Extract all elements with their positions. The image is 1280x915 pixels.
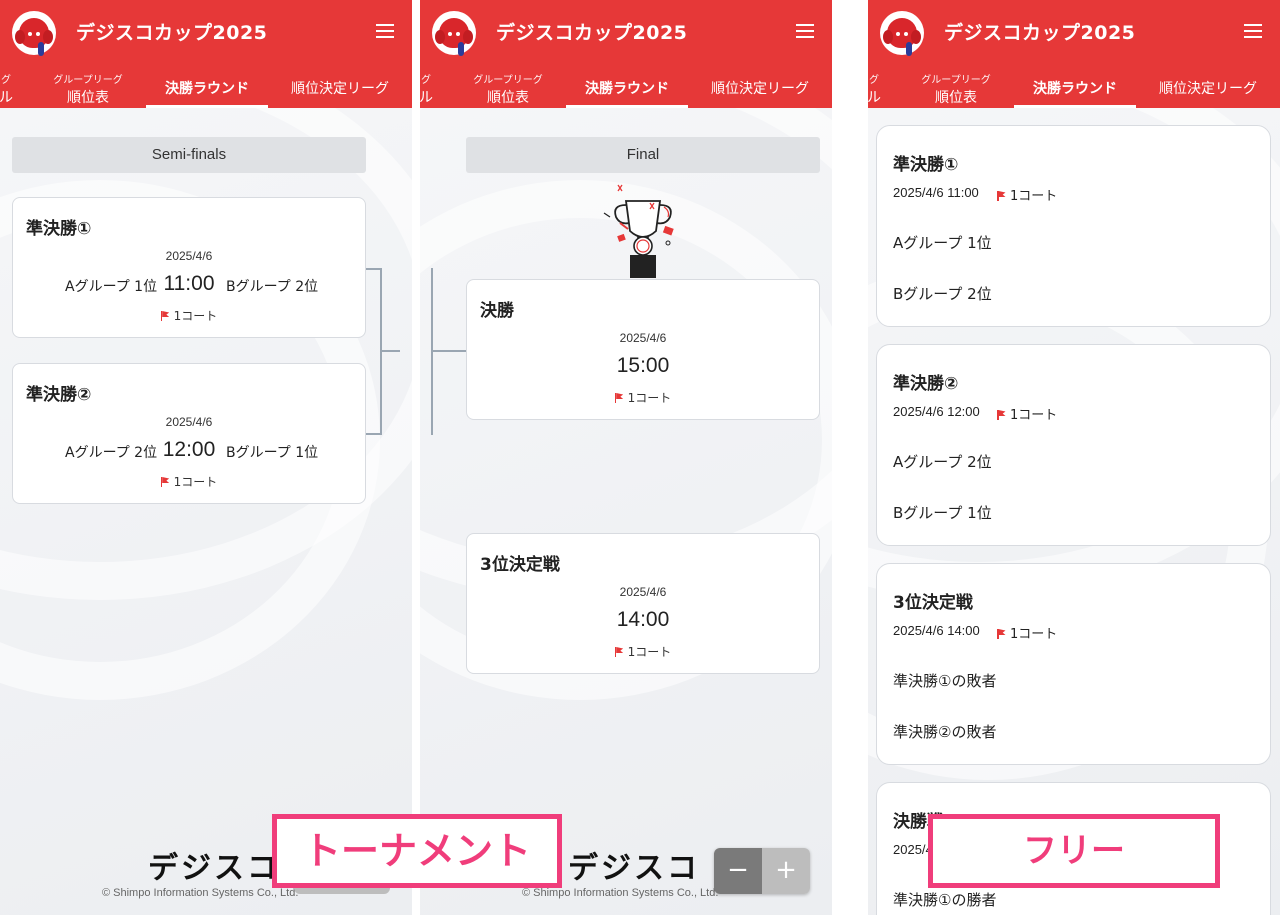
match-name: 準決勝① (893, 155, 959, 175)
match-card[interactable]: 準決勝② 2025/4/6 Aグループ 2位 12:00 Bグループ 1位 1コ… (12, 363, 366, 504)
zoom-out-button[interactable]: − (714, 848, 762, 894)
match-time: 14:00 (616, 608, 670, 631)
caption-tournament: トーナメント (272, 814, 562, 888)
match-datetime: 2025/4/6 11:00 (893, 185, 979, 200)
court-info: 1コート (13, 473, 365, 490)
hamburger-menu-icon[interactable] (796, 24, 814, 38)
match-name: 準決勝② (893, 374, 959, 394)
flag-icon (997, 191, 1006, 201)
copyright: © Shimpo Information Systems Co., Ltd. (522, 887, 719, 899)
match-date: 2025/4/6 (619, 585, 667, 599)
match-name: 3位決定戦 (893, 593, 973, 613)
footer-logo: デジスコ (568, 851, 700, 886)
tab-bar: グル グループリーグ 順位表 決勝ラウンド 順位決定リーグ (0, 64, 412, 108)
app-title: デジスコカップ2025 (944, 22, 1136, 44)
tab-placement-league[interactable]: 順位決定リーグ (1146, 64, 1270, 108)
match-card[interactable]: 準決勝① 2025/4/6 Aグループ 1位 11:00 Bグループ 2位 1コ… (12, 197, 366, 338)
zoom-in-button[interactable]: + (762, 848, 810, 894)
app-header: デジスコカップ2025 (0, 0, 412, 64)
match-name: 準決勝① (26, 219, 92, 239)
team-a: 準決勝①の勝者 (893, 891, 997, 909)
match-date: 2025/4/6 (165, 249, 213, 263)
tab-group-standings[interactable]: グループリーグ 順位表 (906, 64, 1006, 108)
copyright: © Shimpo Information Systems Co., Ltd. (102, 887, 299, 899)
app-title: デジスコカップ2025 (496, 22, 688, 44)
tab-knockout-round[interactable]: 決勝ラウンド (1014, 64, 1136, 108)
tab-knockout-round[interactable]: 決勝ラウンド (566, 64, 688, 108)
team-a: 準決勝①の敗者 (893, 672, 997, 690)
app-header: デジスコカップ2025 (420, 0, 832, 64)
tab-bar: グル グループリーグ 順位表 決勝ラウンド 順位決定リーグ (420, 64, 832, 108)
tab-schedule-cut[interactable]: グル (420, 64, 436, 108)
bracket-connector (431, 350, 466, 352)
elephant-logo-icon[interactable] (880, 11, 924, 56)
tab-schedule-cut[interactable]: グル (0, 64, 16, 108)
app-header: デジスコカップ2025 (868, 0, 1280, 64)
panel-tournament-final: デジスコカップ2025 グル グループリーグ 順位表 決勝ラウンド 順位決定リーグ… (420, 0, 832, 915)
match-list-item[interactable]: 3位決定戦 2025/4/6 14:00 1コート 準決勝①の敗者 準決勝②の敗… (876, 563, 1271, 765)
match-time: 15:00 (616, 354, 670, 377)
team-b: Bグループ 2位 (226, 279, 319, 295)
tab-knockout-round[interactable]: 決勝ラウンド (146, 64, 268, 108)
flag-icon (997, 629, 1006, 639)
team-a: Aグループ 2位 (893, 453, 992, 471)
tab-group-standings[interactable]: グループリーグ 順位表 (38, 64, 138, 108)
team-b: 準決勝②の敗者 (893, 723, 997, 741)
tab-group-standings[interactable]: グループリーグ 順位表 (458, 64, 558, 108)
round-label: Final (466, 137, 820, 173)
tab-placement-league[interactable]: 順位決定リーグ (698, 64, 822, 108)
match-list-item[interactable]: 準決勝② 2025/4/6 12:00 1コート Aグループ 2位 Bグループ … (876, 344, 1271, 546)
tab-schedule-cut[interactable]: グル (868, 64, 884, 108)
flag-icon (160, 311, 170, 321)
match-card[interactable]: 決勝 2025/4/6 15:00 1コート (466, 279, 820, 420)
zoom-controls: − + (714, 848, 810, 894)
match-datetime: 2025/4 (893, 842, 933, 857)
tab-placement-league[interactable]: 順位決定リーグ (278, 64, 402, 108)
court-info: 1コート (467, 389, 819, 406)
team-b: Bグループ 1位 (893, 504, 992, 522)
flag-icon (614, 393, 624, 403)
hamburger-menu-icon[interactable] (376, 24, 394, 38)
hamburger-menu-icon[interactable] (1244, 24, 1262, 38)
match-datetime: 2025/4/6 14:00 (893, 623, 980, 638)
team-b: Bグループ 2位 (893, 285, 992, 303)
flag-icon (160, 477, 170, 487)
footer-logo: デジスコ (148, 851, 280, 886)
panel-tournament-semifinals: デジスコカップ2025 グル グループリーグ 順位表 決勝ラウンド 順位決定リーグ… (0, 0, 412, 915)
match-list-item[interactable]: 準決勝① 2025/4/6 11:00 1コート Aグループ 1位 Bグループ … (876, 125, 1271, 327)
court-info: 1コート (997, 623, 1057, 642)
app-title: デジスコカップ2025 (76, 22, 268, 44)
team-b: Bグループ 1位 (226, 445, 319, 461)
trophy-icon (603, 184, 674, 278)
match-datetime: 2025/4/6 12:00 (893, 404, 980, 419)
caption-free: フリー (928, 814, 1220, 888)
match-name: 3位決定戦 (480, 555, 560, 575)
team-a: Aグループ 1位 (893, 234, 992, 252)
court-info: 1コート (997, 404, 1057, 423)
match-name: 準決勝② (26, 385, 92, 405)
elephant-logo-icon[interactable] (432, 11, 476, 56)
match-date: 2025/4/6 (165, 415, 213, 429)
flag-icon (614, 647, 624, 657)
flag-icon (997, 410, 1006, 420)
match-name: 決勝 (480, 301, 514, 321)
match-card[interactable]: 3位決定戦 2025/4/6 14:00 1コート (466, 533, 820, 674)
elephant-logo-icon[interactable] (12, 11, 56, 56)
court-info: 1コート (467, 643, 819, 660)
court-info: 1コート (13, 307, 365, 324)
tab-bar: グル グループリーグ 順位表 決勝ラウンド 順位決定リーグ (868, 64, 1280, 108)
bracket-connector (380, 350, 400, 352)
round-label: Semi-finals (12, 137, 366, 173)
court-info: 1コート (997, 185, 1057, 204)
match-date: 2025/4/6 (619, 331, 667, 345)
